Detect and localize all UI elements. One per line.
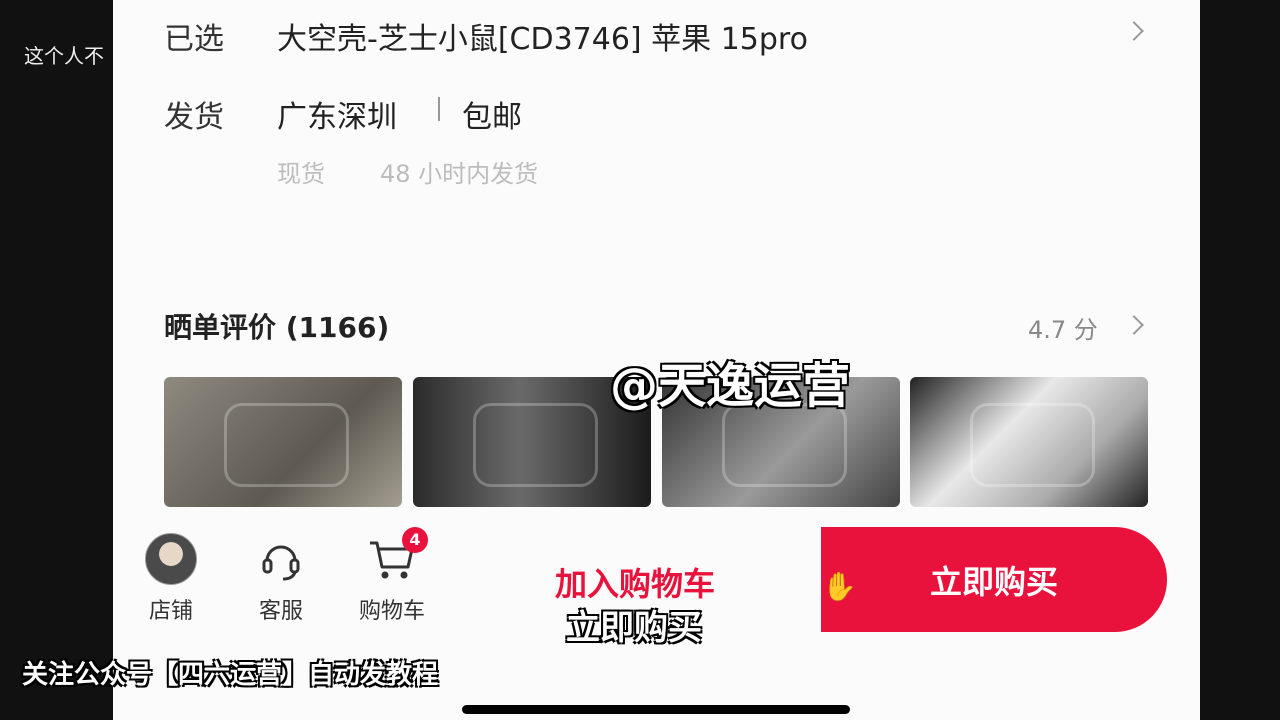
promo-caption: 关注公众号【四六运营】自动发教程: [22, 660, 439, 690]
reviews-rating[interactable]: 4.7 分: [1028, 310, 1098, 345]
cart-label: 购物车: [358, 599, 425, 624]
side-caption: 这个人不: [24, 44, 104, 68]
watermark: @天逸运营: [610, 358, 851, 414]
shipping-divider: [438, 97, 440, 121]
reviews-title[interactable]: 晒单评价 (1166): [164, 306, 389, 346]
service-label: 客服: [258, 599, 303, 624]
shipping-origin: 广东深圳: [277, 100, 397, 135]
cart-nav-item[interactable]: 4 购物车: [347, 527, 437, 625]
stock-status: 现货: [277, 160, 325, 188]
dispatch-time: 48 小时内发货: [380, 160, 539, 188]
cart-icon: 4: [366, 527, 428, 585]
review-photo[interactable]: [910, 377, 1148, 507]
hand-cursor-icon: ✋: [822, 570, 857, 603]
add-to-cart-button[interactable]: 加入购物车: [555, 559, 715, 605]
cart-count-badge: 4: [402, 527, 428, 553]
selected-variant[interactable]: 大空壳-芝士小鼠[CD3746] 苹果 15pro: [277, 14, 808, 58]
buy-now-button[interactable]: 立即购买: [821, 527, 1167, 632]
shipping-label: 发货: [164, 100, 224, 135]
headset-icon: [255, 533, 307, 585]
video-subtitle: 立即购买: [566, 608, 702, 648]
review-photo[interactable]: [164, 377, 402, 507]
store-avatar-icon: [145, 533, 197, 585]
service-nav-item[interactable]: 客服: [236, 533, 326, 625]
shipping-fee: 包邮: [462, 100, 522, 135]
selected-label: 已选: [164, 22, 224, 57]
home-indicator[interactable]: [462, 705, 850, 714]
store-nav-item[interactable]: 店铺: [126, 533, 216, 625]
store-label: 店铺: [148, 599, 193, 624]
